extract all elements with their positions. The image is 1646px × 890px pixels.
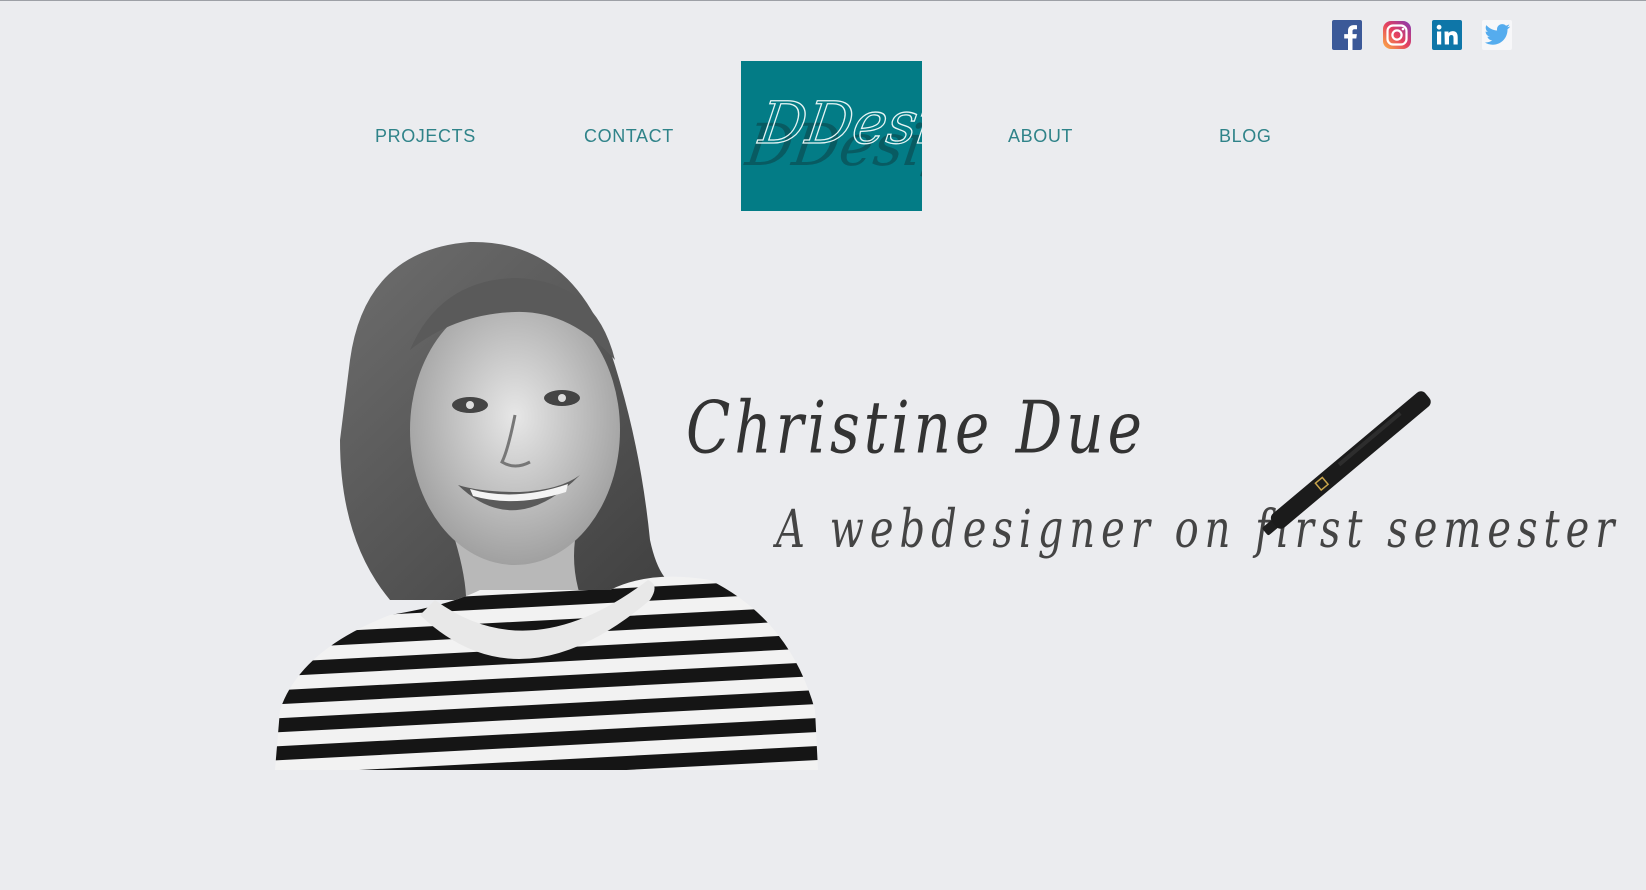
hero-tagline: A webdesigner on first semester bbox=[776, 500, 1621, 560]
nav-projects[interactable]: PROJECTS bbox=[375, 126, 476, 147]
social-links bbox=[1332, 20, 1512, 50]
logo-mark: DDesign DDesign bbox=[741, 89, 922, 179]
nav-blog[interactable]: BLOG bbox=[1219, 126, 1271, 147]
nav-about[interactable]: ABOUT bbox=[1008, 126, 1073, 147]
logo[interactable]: DDesign DDesign bbox=[741, 61, 922, 211]
instagram-icon bbox=[1383, 21, 1411, 49]
logo-text: DDesign bbox=[755, 89, 922, 157]
linkedin-icon bbox=[1432, 20, 1462, 50]
linkedin-link[interactable] bbox=[1432, 20, 1462, 50]
twitter-link[interactable] bbox=[1482, 20, 1512, 50]
pen-image bbox=[1255, 362, 1445, 542]
top-border bbox=[0, 0, 1646, 1]
instagram-link[interactable] bbox=[1382, 20, 1412, 50]
hero-name: Christine Due bbox=[686, 385, 1146, 470]
nav-contact[interactable]: CONTACT bbox=[584, 126, 674, 147]
facebook-icon bbox=[1332, 20, 1362, 50]
facebook-link[interactable] bbox=[1332, 20, 1362, 50]
twitter-icon bbox=[1482, 20, 1512, 50]
portrait-photo bbox=[270, 240, 830, 780]
